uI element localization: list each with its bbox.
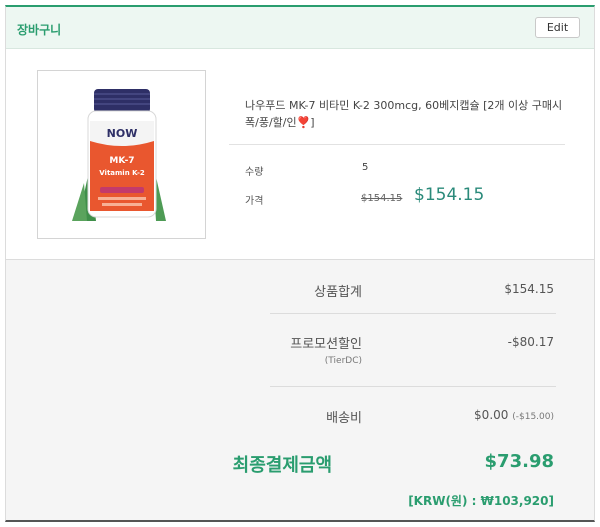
krw-total: [KRW(원) : ₩103,920] xyxy=(408,494,554,508)
cart-panel: 장바구니 Edit NOW MK-7 Vitamin K-2 나우푸드 MK-7… xyxy=(5,5,595,522)
subtotal-label: 상품합계 xyxy=(314,285,362,300)
promo-label: 프로모션할인 xyxy=(290,337,362,352)
product-brand-text: NOW xyxy=(107,127,138,140)
cart-header: 장바구니 Edit xyxy=(6,7,594,49)
cart-item: NOW MK-7 Vitamin K-2 나우푸드 MK-7 비타민 K-2 3… xyxy=(6,49,594,260)
product-bottle-image: NOW MK-7 Vitamin K-2 xyxy=(72,89,166,221)
shipping-value-group: $0.00 (-$15.00) xyxy=(474,408,554,422)
current-price: $154.15 xyxy=(414,185,485,205)
product-line2-text: Vitamin K-2 xyxy=(99,169,145,177)
promo-value: -$80.17 xyxy=(507,335,554,349)
price-label: 가격 xyxy=(245,196,264,207)
product-line1-text: MK-7 xyxy=(109,156,134,166)
cart-title: 장바구니 xyxy=(17,23,62,37)
quantity-value: 5 xyxy=(362,162,369,173)
item-divider xyxy=(229,144,565,145)
final-total-value: $73.98 xyxy=(484,451,554,472)
shipping-value: $0.00 xyxy=(474,408,509,422)
subtotal-value: $154.15 xyxy=(504,282,554,296)
product-image[interactable]: NOW MK-7 Vitamin K-2 xyxy=(37,70,206,239)
promo-sub-label: (TierDC) xyxy=(324,356,362,366)
shipping-label: 배송비 xyxy=(326,411,362,426)
summary-divider xyxy=(270,313,556,314)
summary-divider xyxy=(270,386,556,387)
final-total-label: 최종결제금액 xyxy=(232,455,332,476)
product-name[interactable]: 나우푸드 MK-7 비타민 K-2 300mcg, 60베지캡슐 [2개 이상 … xyxy=(245,97,563,131)
shipping-discount: (-$15.00) xyxy=(512,412,554,422)
original-price: $154.15 xyxy=(361,193,403,204)
edit-button[interactable]: Edit xyxy=(535,17,580,38)
quantity-label: 수량 xyxy=(245,167,264,178)
